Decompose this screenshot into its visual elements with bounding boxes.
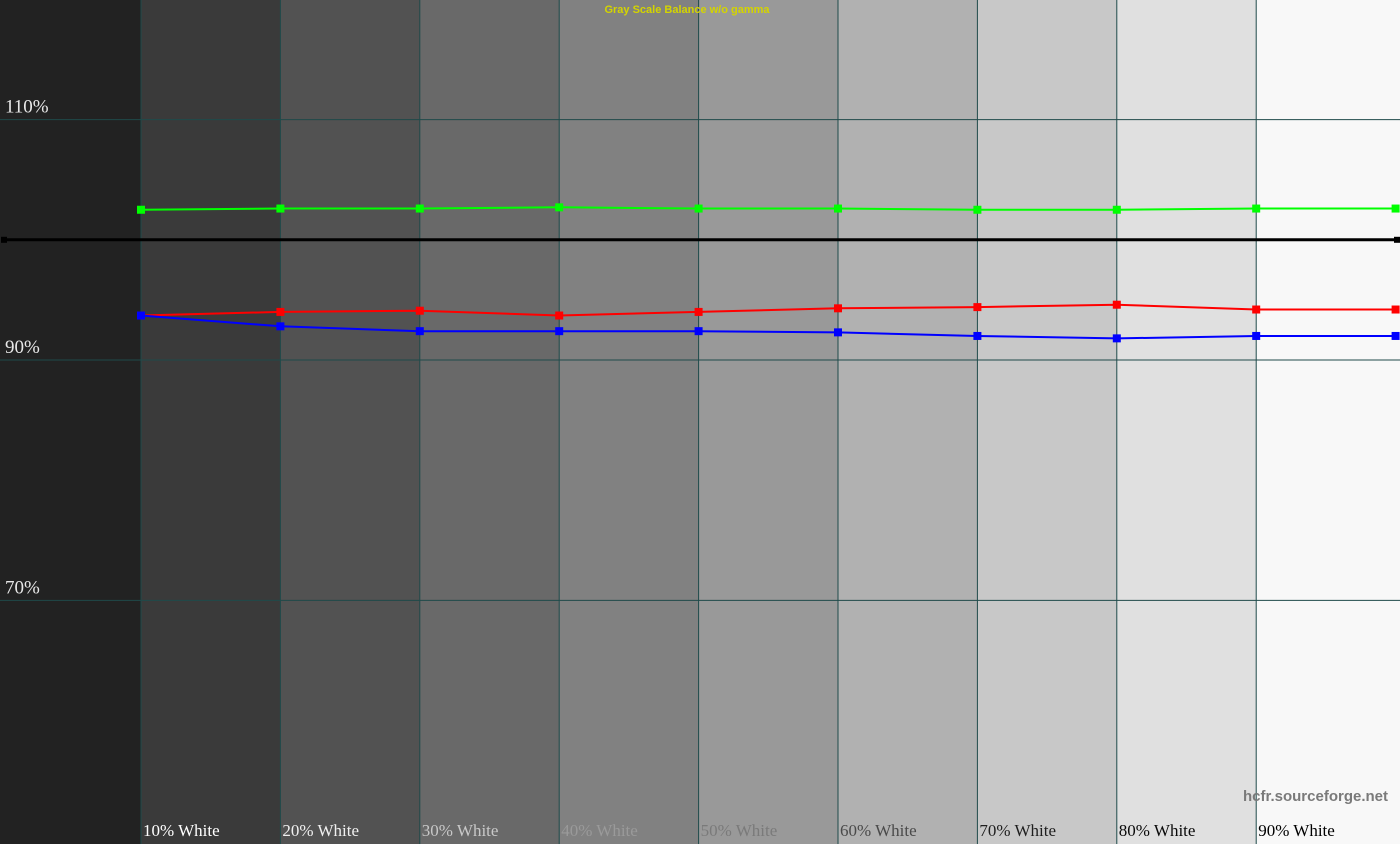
x-tick-label-6: 60% White [840, 821, 917, 840]
series-1-point-4 [555, 203, 564, 212]
series-2-point-5 [694, 307, 703, 316]
series-2-point-7 [973, 303, 982, 312]
series-1-point-8 [1112, 205, 1121, 214]
series-3-point-8 [1112, 334, 1121, 343]
chart-title: Gray Scale Balance w/o gamma [604, 4, 770, 16]
series-2-point-4 [555, 311, 564, 320]
x-tick-label-1: 10% White [143, 821, 220, 840]
background-band-group [0, 0, 1400, 844]
series-2-point-10 [1391, 305, 1400, 314]
y-tick-label-110%: 110% [5, 97, 49, 118]
background-band-6 [698, 0, 839, 844]
series-1-point-1 [137, 205, 145, 214]
background-band-10 [1256, 0, 1400, 844]
series-1-point-3 [415, 204, 424, 213]
background-band-8 [977, 0, 1118, 844]
series-3-point-1 [137, 311, 145, 320]
series-3-point-4 [555, 327, 564, 336]
x-tick-label-3: 30% White [422, 821, 499, 840]
reference-marker-left [1, 236, 7, 243]
reference-marker-right [1394, 236, 1400, 243]
background-band-4 [419, 0, 560, 844]
watermark: hcfr.sourceforge.net [1243, 788, 1388, 805]
x-tick-label-7: 70% White [979, 821, 1056, 840]
series-3-point-6 [834, 328, 842, 337]
series-1-point-7 [973, 205, 982, 214]
series-2-point-6 [834, 304, 842, 313]
background-band-1 [0, 0, 142, 844]
series-1-point-9 [1252, 204, 1261, 213]
background-band-7 [838, 0, 978, 844]
background-band-5 [559, 0, 700, 844]
x-tick-label-9: 90% White [1258, 821, 1335, 840]
series-3-point-10 [1391, 331, 1400, 340]
background-band-2 [141, 0, 281, 844]
background-band-3 [280, 0, 421, 844]
y-tick-label-70%: 70% [5, 577, 40, 598]
series-2-point-2 [276, 307, 285, 316]
background-band-9 [1116, 0, 1257, 844]
series-3-point-2 [276, 322, 285, 331]
series-3-point-9 [1252, 331, 1261, 340]
series-3-point-3 [415, 327, 424, 336]
series-1-point-2 [276, 204, 285, 213]
x-tick-label-8: 80% White [1119, 821, 1196, 840]
series-1-point-6 [834, 204, 842, 213]
series-3-point-5 [694, 327, 703, 336]
y-tick-label-90%: 90% [5, 337, 40, 358]
x-tick-label-2: 20% White [282, 821, 359, 840]
series-2-point-9 [1252, 305, 1261, 314]
series-1-point-10 [1391, 204, 1400, 213]
x-tick-label-5: 50% White [701, 821, 778, 840]
x-tick-label-4: 40% White [561, 821, 638, 840]
chart-svg: 70% 90% 110% 10% White 20% White 30% White 40%… [0, 0, 1400, 844]
gray-scale-chart: 70% 90% 110% 10% White 20% White 30% White 40%… [0, 0, 1400, 844]
series-1-point-5 [694, 204, 703, 213]
series-2-point-3 [415, 306, 424, 315]
series-2-point-8 [1112, 300, 1121, 309]
series-3-point-7 [973, 331, 982, 340]
